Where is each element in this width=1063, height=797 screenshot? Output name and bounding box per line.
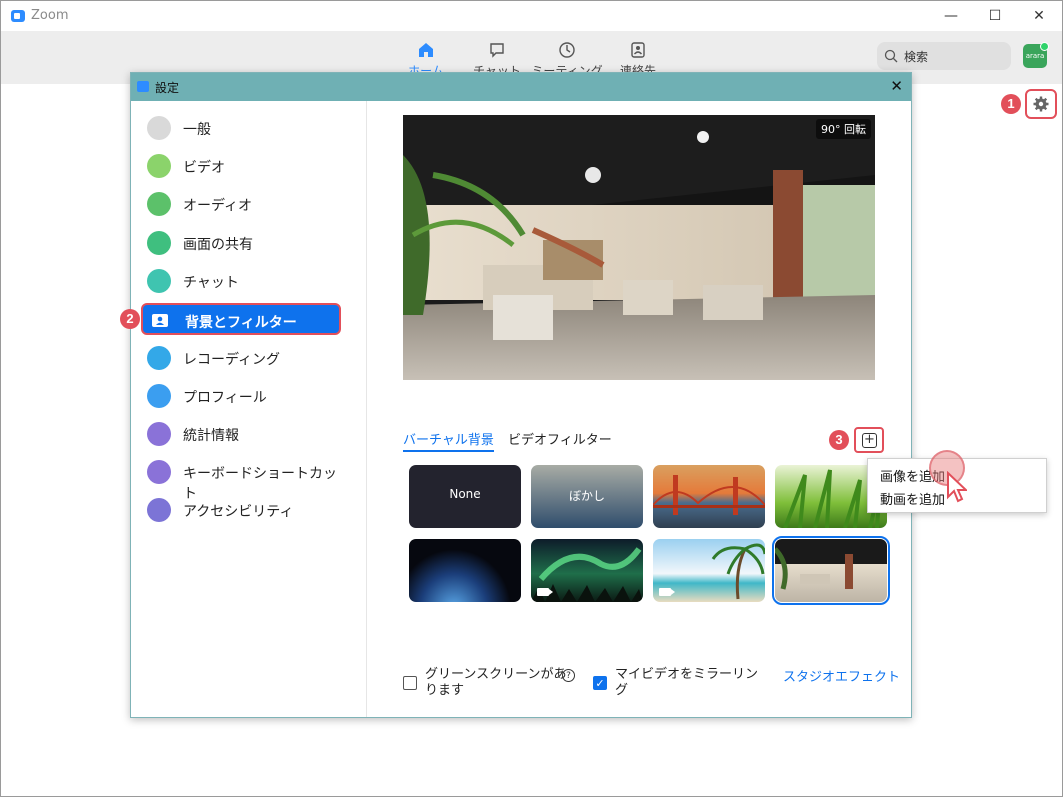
mirror-video-checkbox[interactable]: ✓: [593, 676, 607, 690]
sidebar-item-label: 背景とフィルター: [185, 315, 297, 331]
video-icon: [659, 588, 675, 596]
video-icon: [147, 154, 171, 178]
mirror-label-line2: グ: [615, 683, 629, 698]
sidebar-item-label: オーディオ: [183, 198, 253, 214]
home-icon: [419, 43, 433, 57]
zoom-window: Zoom — ☐ ✕ ホーム チャット ミーティング 連絡先 検索 arara …: [0, 0, 1063, 797]
thumbnail-none[interactable]: None: [409, 465, 521, 528]
sidebar-item-label: 一般: [183, 122, 211, 138]
sidebar-item-chat[interactable]: チャット: [141, 265, 341, 297]
profile-icon: [147, 384, 171, 408]
annotation-marker-3: 3: [829, 430, 849, 450]
thumbnail-beach[interactable]: [653, 539, 765, 602]
sidebar-item-label: アクセシビリティ: [183, 504, 294, 520]
green-screen-label-line1: グリーンスクリーンがあ: [425, 667, 567, 682]
search-input[interactable]: 検索: [877, 42, 1011, 70]
sidebar-item-share-screen[interactable]: 画面の共有: [141, 227, 341, 259]
zoom-logo-icon: [11, 10, 25, 22]
record-icon: [147, 346, 171, 370]
sidebar-item-profile[interactable]: プロフィール: [141, 380, 341, 412]
settings-title-bar: 設定 ✕: [131, 73, 911, 101]
tab-virtual-background[interactable]: バーチャル背景: [403, 429, 494, 452]
annotation-marker-1: 1: [1001, 94, 1021, 114]
share-screen-icon: [147, 231, 171, 255]
statistics-icon: [147, 422, 171, 446]
help-icon[interactable]: ?: [562, 669, 575, 682]
minimize-button[interactable]: —: [939, 6, 963, 26]
sidebar-item-general[interactable]: 一般: [141, 112, 341, 144]
green-screen-label-line2: ります: [425, 683, 465, 698]
thumbnail-label: None: [449, 487, 481, 501]
settings-gear-button[interactable]: [1025, 89, 1057, 119]
sidebar-item-recording[interactable]: レコーディング: [141, 342, 341, 374]
gear-icon: [1033, 96, 1049, 112]
office-image: [775, 547, 853, 590]
chat-icon: [490, 43, 504, 58]
settings-dialog: 設定 ✕ 一般 ビデオ オーディオ 画面の共有 チャット 背景とフィルター レコ…: [120, 72, 912, 718]
studio-effects-link[interactable]: スタジオエフェクト: [783, 666, 900, 685]
thumbnail-aurora[interactable]: [531, 539, 643, 602]
preview-image: [403, 115, 875, 380]
thumbnail-blur[interactable]: ぼかし: [531, 465, 643, 528]
green-screen-label: グリーンスクリーンがあ ります: [425, 667, 566, 699]
mirror-video-label: マイビデオをミラーリン グ: [615, 667, 758, 699]
rotate-button[interactable]: 90° 回転: [816, 119, 871, 139]
annotation-marker-2: 2: [120, 309, 140, 329]
sidebar-item-label: チャット: [183, 275, 239, 291]
menu-item-add-video[interactable]: 動画を追加: [880, 489, 945, 508]
settings-title: 設定: [155, 81, 180, 95]
app-title: Zoom: [31, 8, 69, 23]
mouse-cursor-icon: [947, 471, 967, 503]
green-screen-checkbox[interactable]: [403, 676, 417, 690]
mirror-label-line1: マイビデオをミラーリン: [615, 667, 759, 682]
sidebar-item-label: レコーディング: [183, 352, 281, 368]
bridge-image: [653, 475, 765, 515]
thumbnail-golden-gate[interactable]: [653, 465, 765, 528]
thumbnail-label: ぼかし: [568, 489, 605, 503]
tab-video-filter[interactable]: ビデオフィルター: [508, 429, 612, 448]
close-window-button[interactable]: ✕: [1027, 6, 1051, 26]
sidebar-item-label: 画面の共有: [183, 237, 253, 253]
settings-close-button[interactable]: ✕: [890, 77, 903, 95]
status-dot: [1040, 42, 1049, 51]
headphones-icon: [147, 192, 171, 216]
sidebar-item-video[interactable]: ビデオ: [141, 150, 341, 182]
sidebar-item-label: ビデオ: [183, 160, 225, 176]
sidebar-item-accessibility[interactable]: アクセシビリティ: [141, 494, 341, 526]
sidebar-item-statistics[interactable]: 統計情報: [141, 418, 341, 450]
thumbnail-earth[interactable]: [409, 539, 521, 602]
keyboard-icon: [147, 460, 171, 484]
thumbnail-office[interactable]: [772, 536, 890, 605]
accessibility-icon: [147, 498, 171, 522]
sidebar-item-label: プロフィール: [183, 390, 267, 406]
gear-icon: [147, 116, 171, 140]
search-placeholder: 検索: [904, 50, 929, 64]
sidebar-item-background-filters[interactable]: 背景とフィルター: [141, 303, 341, 335]
sidebar-item-audio[interactable]: オーディオ: [141, 188, 341, 220]
zoom-logo-icon: [137, 81, 149, 92]
clock-icon: [559, 42, 575, 58]
camera-preview: 90° 回転: [403, 115, 875, 380]
sidebar-item-label: 統計情報: [183, 428, 239, 444]
add-background-button[interactable]: +: [854, 427, 884, 453]
background-icon: [152, 314, 168, 327]
settings-sidebar: 一般 ビデオ オーディオ 画面の共有 チャット 背景とフィルター レコーディング…: [131, 101, 367, 717]
search-icon: [884, 49, 898, 63]
video-icon: [537, 588, 553, 596]
chat-icon: [147, 269, 171, 293]
title-bar: Zoom — ☐ ✕: [1, 1, 1062, 31]
plus-icon: +: [862, 433, 877, 448]
contact-icon: [631, 42, 645, 58]
maximize-button[interactable]: ☐: [983, 6, 1007, 26]
sidebar-item-keyboard-shortcuts[interactable]: キーボードショートカット: [141, 456, 341, 502]
